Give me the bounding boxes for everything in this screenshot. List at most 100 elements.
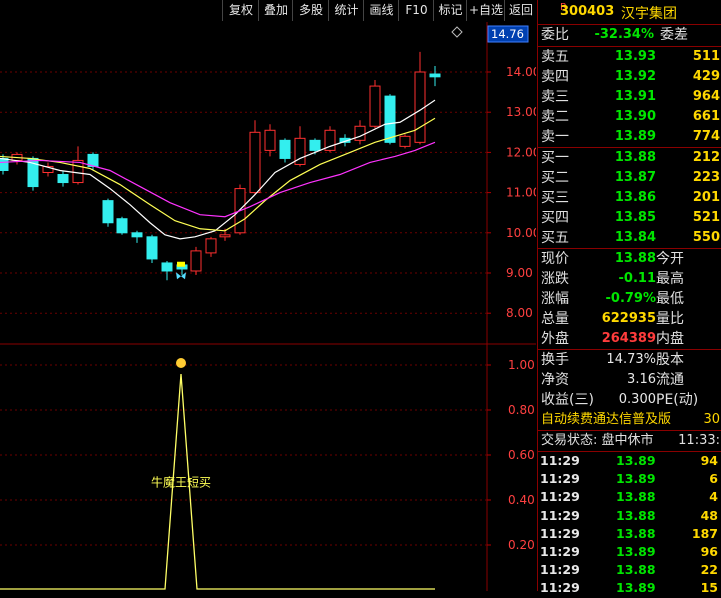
trade-status-row: 交易状态: 盘中休市 11:33:: [538, 431, 721, 452]
price-axis-label: 11.00: [506, 186, 536, 200]
stat-row-2-label: 涨幅: [541, 291, 569, 307]
price-axis-label: 13.00: [506, 105, 536, 119]
tick-row: 11:29 13.88 48: [538, 507, 721, 525]
stock-header: R 300403 汉宇集团: [538, 0, 721, 25]
tick-list[interactable]: 11:29 13.89 94 11:29 13.89 6 11:29 13.88 4 11:29 1…: [538, 452, 721, 598]
indicator-axis-label: 0.60: [508, 448, 535, 462]
ask-row-3-label: 卖三: [541, 89, 569, 105]
candle-body: [131, 232, 143, 238]
toolbar-button-7[interactable]: +自选: [466, 0, 505, 21]
fund-row-2-label: 收益(三): [541, 392, 594, 408]
ask-row-3: 卖三 13.91 964: [538, 87, 721, 107]
toolbar-button-2[interactable]: 多股: [292, 0, 329, 21]
fund-row-2: 收益(三) 0.300 PE(动): [538, 390, 721, 410]
moneybag-icon: [176, 358, 186, 368]
stat-row-1: 涨跌 -0.11 最高: [538, 269, 721, 289]
fund-row-1-label: 净资: [541, 372, 569, 388]
stat-row-1-label: 涨跌: [541, 271, 569, 287]
candle-body: [399, 135, 411, 147]
bid-row-5-value: 13.84: [614, 230, 656, 245]
tick-time: 11:29: [540, 543, 580, 559]
stat-row-3-label2: 量比: [656, 311, 684, 327]
indicator-axis-label: 0.20: [508, 538, 535, 552]
tick-price: 13.89: [616, 471, 656, 487]
weibi-label: 委比: [541, 27, 569, 43]
candle-body: [102, 200, 114, 224]
ask-row-4-value: 13.90: [614, 109, 656, 124]
tick-volume: 94: [700, 453, 718, 468]
stat-row-0: 现价 13.88 今开: [538, 249, 721, 269]
stock-code[interactable]: 300403: [560, 4, 614, 19]
bid-row-1-value: 13.88: [614, 150, 656, 165]
quote-panel: R 300403 汉宇集团 委比 -32.34% 委差 卖五 13.93 511 卖四…: [537, 0, 721, 595]
ask-row-4: 卖二 13.90 661: [538, 107, 721, 127]
tick-volume: 15: [700, 580, 718, 596]
ask-row-3-volume: 964: [692, 89, 720, 104]
banner-num: 30: [703, 412, 720, 427]
price-axis-label: 14.00: [506, 65, 536, 79]
tick-time: 11:29: [540, 507, 580, 523]
indicator-axis-label: 0.40: [508, 493, 535, 507]
ask-book: 卖五 13.93 511 卖四 13.92 429 卖三 13.91 964 卖二 13.90 661…: [538, 47, 721, 148]
weichа-label: 委差: [660, 27, 688, 43]
bid-row-4: 买四 13.85 521: [538, 208, 721, 228]
ask-row-5-volume: 774: [692, 129, 720, 144]
fund-row-1: 净资 3.16 流通: [538, 370, 721, 390]
fundamental-stats: 换手 14.73% 股本净资 3.16 流通收益(三) 0.300 PE(动): [538, 350, 721, 410]
tick-time: 11:29: [540, 453, 580, 468]
tick-volume: 6: [709, 471, 718, 487]
bid-row-1: 买一 13.88 212: [538, 148, 721, 168]
toolbar-button-5[interactable]: F10: [398, 0, 434, 21]
ask-row-1-volume: 511: [692, 49, 720, 64]
banner-row[interactable]: 自动续费通达信普及版 30: [538, 410, 721, 431]
candle-body: [369, 85, 381, 127]
stat-row-2-label2: 最低: [656, 291, 684, 307]
ask-row-2-volume: 429: [692, 69, 720, 84]
bid-row-2-volume: 223: [692, 170, 720, 185]
bid-row-1-volume: 212: [692, 150, 720, 165]
toolbar-button-8[interactable]: 返回: [504, 0, 537, 21]
tick-time: 11:29: [540, 562, 580, 578]
stock-name[interactable]: 汉宇集团: [621, 3, 677, 23]
toolbar-button-3[interactable]: 统计: [328, 0, 364, 21]
stat-row-0-value: 13.88: [614, 251, 656, 266]
fund-row-0-value: 14.73%: [606, 352, 656, 367]
tick-price: 13.88: [616, 489, 656, 505]
tick-time: 11:29: [540, 471, 580, 487]
fund-row-0: 换手 14.73% 股本: [538, 350, 721, 370]
bid-row-5-volume: 550: [692, 230, 720, 245]
candle-body: [205, 238, 217, 254]
candle-body: [57, 174, 69, 184]
tick-volume: 48: [700, 507, 718, 523]
toolbar-button-1[interactable]: 叠加: [258, 0, 293, 21]
tick-time: 11:29: [540, 580, 580, 596]
tick-price: 13.88: [616, 562, 656, 578]
fund-row-1-label2: 流通: [656, 372, 684, 388]
trade-time: 11:33:: [678, 433, 720, 448]
ask-row-5: 卖一 13.89 774: [538, 127, 721, 147]
candle-body: [161, 262, 173, 272]
bid-row-2-label: 买二: [541, 170, 569, 186]
bid-row-1-label: 买一: [541, 150, 569, 166]
fund-row-1-value: 3.16: [627, 372, 656, 387]
banner-text[interactable]: 自动续费通达信普及版: [541, 410, 671, 430]
toolbar-button-0[interactable]: 复权: [222, 0, 259, 21]
tick-volume: 96: [700, 543, 718, 559]
weibi-value: -32.34%: [594, 27, 654, 42]
tick-price: 13.89: [616, 453, 656, 468]
ask-row-4-volume: 661: [692, 109, 720, 124]
toolbar-button-6[interactable]: 标记: [433, 0, 467, 21]
bid-row-3-volume: 201: [692, 190, 720, 205]
bid-row-5: 买五 13.84 550: [538, 228, 721, 248]
candle-body: [0, 157, 9, 171]
candle-body: [309, 139, 321, 151]
tick-volume: 4: [709, 489, 718, 505]
trade-status: 交易状态: 盘中休市: [541, 433, 654, 448]
toolbar-button-4[interactable]: 画线: [363, 0, 399, 21]
stat-row-4-label2: 内盘: [656, 331, 684, 347]
bid-row-3-value: 13.86: [614, 190, 656, 205]
bid-row-2-value: 13.87: [614, 170, 656, 185]
price-axis-label: 8.00: [506, 306, 533, 320]
candle-body: [146, 236, 158, 260]
bid-row-4-volume: 521: [692, 210, 720, 225]
